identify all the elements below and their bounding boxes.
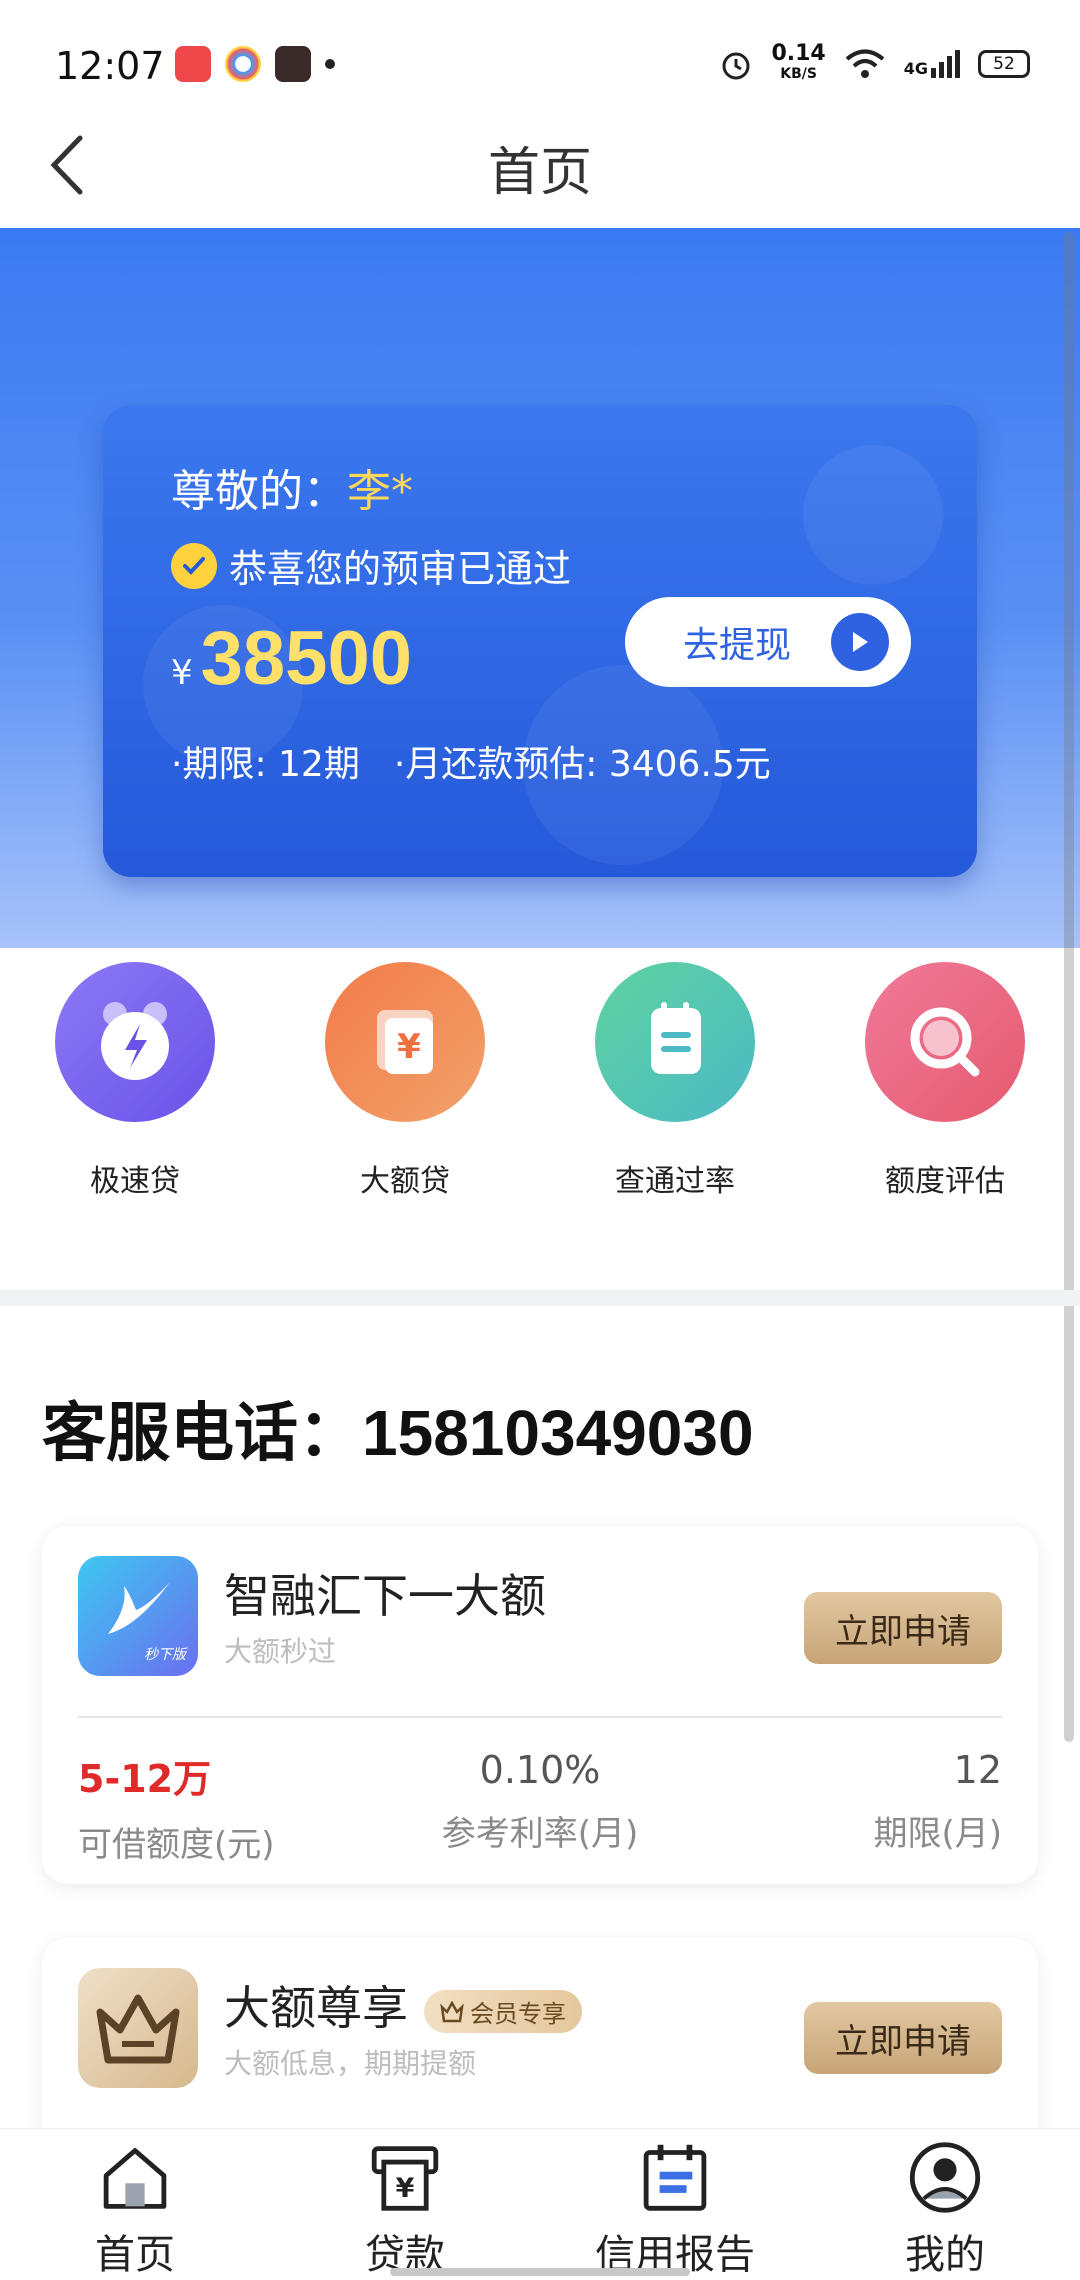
person-icon <box>909 2142 981 2213</box>
approval-text: 恭喜您的预审已通过 <box>229 547 572 591</box>
product-card[interactable]: 秒下版 智融汇下一大额 大额秒过 立即申请 5-12万 可借额度(元) 0.10… <box>42 1526 1038 1884</box>
net-speed: 0.14 KB/S <box>771 41 826 83</box>
notification-icons <box>175 46 335 82</box>
product-card[interactable]: 大额尊享 会员专享 大额低息，期期提额 立即申请 <box>42 1938 1038 2158</box>
section-divider <box>0 1290 1080 1306</box>
quick-action-label: 极速贷 <box>90 1164 180 1199</box>
play-arrow-icon <box>831 613 889 671</box>
quick-action-label: 大额贷 <box>360 1164 450 1199</box>
nav-loan[interactable]: ¥ 贷款 <box>270 2129 540 2280</box>
customer-service-hotline[interactable]: 客服电话：15810349030 <box>42 1382 754 1474</box>
quick-action-fast-loan[interactable]: 极速贷 <box>0 962 270 1262</box>
nav-label: 首页 <box>95 2232 175 2278</box>
apply-button[interactable]: 立即申请 <box>804 1592 1002 1664</box>
calendar-report-icon <box>643 2144 707 2211</box>
loan-icon: ¥ <box>371 2146 439 2211</box>
yuan-card-icon: ¥ <box>325 962 485 1122</box>
wifi-icon <box>845 49 885 78</box>
notepad-icon <box>595 962 755 1122</box>
product-subtitle: 大额低息，期期提额 <box>224 2047 477 2080</box>
customer-name: 李* <box>347 466 413 517</box>
nav-home[interactable]: 首页 <box>0 2129 270 2280</box>
product-title-row: 大额尊享 会员专享 <box>224 1972 582 2038</box>
alarm-clock-icon <box>55 962 215 1122</box>
alarm-icon <box>722 52 750 80</box>
nav-credit-report[interactable]: 信用报告 <box>540 2129 810 2280</box>
product-title: 智融汇下一大额 <box>224 1569 546 1623</box>
withdraw-button[interactable]: 去提现 <box>625 597 911 687</box>
approved-amount: ¥ 38500 <box>171 615 412 702</box>
term-label: 期限(月) <box>873 1814 1002 1854</box>
term-text: ·期限: 12期 <box>171 744 360 785</box>
card-divider <box>78 1716 1002 1718</box>
magnifier-icon <box>865 962 1025 1122</box>
card-decoration <box>803 445 943 585</box>
loan-approval-card: 尊敬的：李* 恭喜您的预审已通过 ¥ 38500 ·期限: 12期 ·月还款预估… <box>103 405 977 877</box>
quick-action-limit-assessment[interactable]: 额度评估 <box>810 962 1080 1262</box>
product-logo <box>78 1968 198 2088</box>
bottom-navigation: 首页 ¥ 贷款 信用报告 我的 <box>0 2128 1080 2280</box>
loan-terms: ·期限: 12期 ·月还款预估: 3406.5元 <box>171 735 771 787</box>
product-subtitle: 大额秒过 <box>224 1635 337 1668</box>
quick-action-pass-rate[interactable]: 查通过率 <box>540 962 810 1262</box>
apply-button[interactable]: 立即申请 <box>804 2002 1002 2074</box>
currency-symbol: ¥ <box>171 653 193 693</box>
withdraw-label: 去提现 <box>683 625 792 666</box>
nav-mine[interactable]: 我的 <box>810 2129 1080 2280</box>
logo-text: 秒下版 <box>144 1647 186 1663</box>
svg-text:¥: ¥ <box>396 2173 415 2204</box>
browser-app-icon <box>225 46 261 82</box>
hotline-number: 15810349030 <box>362 1397 754 1469</box>
nav-label: 我的 <box>905 2232 985 2278</box>
page-title: 首页 <box>487 143 592 203</box>
quick-action-label: 额度评估 <box>885 1164 1005 1199</box>
more-notifications-dot-icon <box>325 59 335 69</box>
quick-actions: 极速贷 ¥ 大额贷 查通过率 额度评估 <box>0 962 1080 1262</box>
app-header: 首页 <box>0 100 1080 228</box>
product-title: 大额尊享 <box>224 1981 408 2035</box>
quick-action-label: 查通过率 <box>615 1164 735 1199</box>
monthly-payment-text: ·月还款预估: 3406.5元 <box>393 744 771 785</box>
battery-icon: 52 <box>978 50 1030 78</box>
quick-action-large-loan[interactable]: ¥ 大额贷 <box>270 962 540 1262</box>
cell-signal-icon: 4G <box>904 50 960 78</box>
video-app-icon <box>175 46 211 82</box>
term-value: 12 <box>953 1748 1002 1792</box>
status-indicators: 0.14 KB/S 4G 52 <box>719 41 1030 84</box>
checkmark-icon <box>171 542 217 589</box>
product-logo: 秒下版 <box>78 1556 198 1676</box>
member-badge: 会员专享 <box>424 1990 582 2033</box>
game-app-icon <box>275 46 311 82</box>
home-indicator[interactable] <box>390 2268 690 2276</box>
amount-value: 38500 <box>200 616 412 701</box>
hotline-label: 客服电话： <box>42 1397 362 1471</box>
status-time: 12:07 <box>55 44 165 88</box>
crown-small-icon <box>440 2000 464 2022</box>
svg-text:¥: ¥ <box>397 1027 421 1067</box>
stat-term: 12 期限(月) <box>873 1748 1002 1855</box>
approval-status: 恭喜您的预审已通过 <box>171 538 571 593</box>
home-icon <box>103 2148 167 2209</box>
greeting: 尊敬的：李* <box>171 466 413 517</box>
crown-icon <box>96 1994 180 2064</box>
